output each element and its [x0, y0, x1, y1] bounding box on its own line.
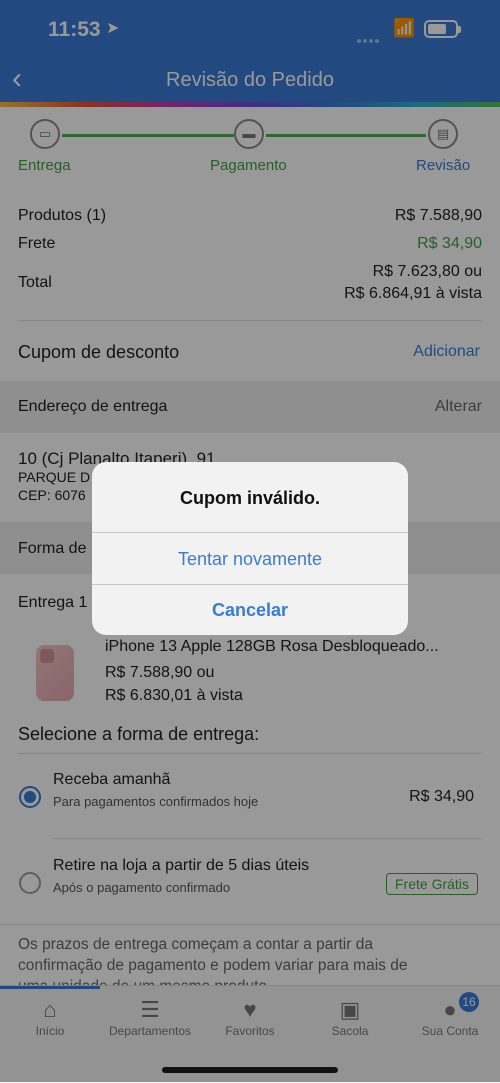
alert-title: Cupom inválido. [179, 488, 320, 508]
alert-separator [92, 584, 408, 585]
alert-separator [92, 532, 408, 533]
cancel-button[interactable]: Cancelar [92, 600, 408, 621]
home-indicator[interactable] [162, 1067, 338, 1073]
retry-button[interactable]: Tentar novamente [92, 549, 408, 570]
invalid-coupon-alert: Cupom inválido. Tentar novamente Cancela… [92, 462, 408, 635]
